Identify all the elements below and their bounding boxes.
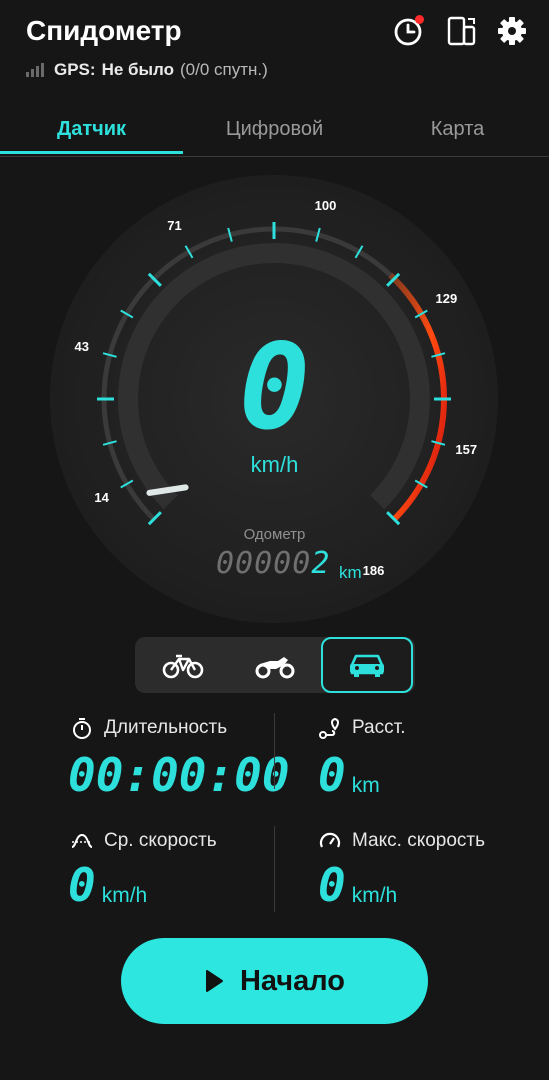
tab-sensor[interactable]: Датчик <box>0 118 183 141</box>
distance-label: Расст. <box>352 717 406 738</box>
odometer-value: 000002 <box>216 546 330 581</box>
distance-value-row: 0 km <box>318 752 380 798</box>
odometer-prefix: 00000 <box>216 546 312 581</box>
vehicle-car-button[interactable] <box>321 637 413 693</box>
car-icon <box>350 654 384 677</box>
vehicle-motorcycle-button[interactable] <box>229 637 321 693</box>
odometer-label: Одометр <box>243 526 306 543</box>
gear-icon <box>498 17 526 45</box>
max-speed-label: Макс. скорость <box>352 830 486 851</box>
max-speed-gauge-icon <box>319 832 341 848</box>
average-speed-icon <box>71 833 93 848</box>
active-tab-indicator <box>0 151 183 154</box>
duration-label-row: Длительность <box>70 716 227 740</box>
notification-dot <box>415 15 424 24</box>
odometer-unit: km <box>339 563 362 582</box>
gauge-tick-label: 129 <box>435 291 457 306</box>
stopwatch-icon <box>73 718 91 739</box>
tab-bar: Датчик Цифровой Карта <box>0 110 549 157</box>
duration-label: Длительность <box>104 717 228 738</box>
gauge-tick-label: 14 <box>94 490 109 505</box>
signal-icon <box>26 63 44 77</box>
gps-status-row: GPS: Не было (0/0 спутн.) <box>26 60 268 80</box>
avg-speed-label: Ср. скорость <box>104 830 217 851</box>
stats-divider-top <box>274 713 275 789</box>
distance-unit: km <box>351 774 380 797</box>
bicycle-icon <box>162 654 204 679</box>
max-speed-value-row: 0 km/h <box>318 862 397 908</box>
speed-unit: km/h <box>250 452 299 477</box>
speed-readout: 0 <box>238 318 311 456</box>
gauge-tick-label: 71 <box>167 218 181 233</box>
gps-satellites: (0/0 спутн.) <box>180 60 268 79</box>
motorcycle-icon <box>255 657 295 679</box>
avg-speed-value-row: 0 km/h <box>68 862 147 908</box>
stats-divider-bottom <box>274 826 275 912</box>
max-speed-value: 0 <box>318 858 346 912</box>
odometer-last-digit: 2 <box>311 546 331 581</box>
gps-label: GPS: <box>54 60 96 79</box>
avg-speed-label-row: Ср. скорость <box>70 829 217 853</box>
settings-button[interactable] <box>495 14 529 48</box>
avg-speed-value: 0 <box>68 858 96 912</box>
play-icon <box>205 970 223 992</box>
history-button[interactable] <box>392 14 426 48</box>
vehicle-bicycle-button[interactable] <box>137 637 229 693</box>
screen-rotate-icon <box>447 16 476 46</box>
start-button[interactable]: Начало <box>121 938 428 1024</box>
screen-mode-button[interactable] <box>444 14 478 48</box>
max-speed-label-row: Макс. скорость <box>318 829 485 853</box>
gps-status: Не было <box>101 60 174 79</box>
duration-value: 00:00:00 <box>68 748 290 802</box>
distance-label-row: Расст. <box>318 716 405 740</box>
tab-digital[interactable]: Цифровой <box>183 118 366 141</box>
max-speed-unit: km/h <box>351 884 398 907</box>
vehicle-selector <box>135 637 415 693</box>
distance-value: 0 <box>318 748 346 802</box>
start-button-label: Начало <box>239 964 346 997</box>
avg-speed-unit: km/h <box>101 884 148 907</box>
tab-map[interactable]: Карта <box>366 118 549 141</box>
gauge-tick-label: 100 <box>315 198 337 213</box>
route-pin-icon <box>319 717 339 739</box>
gauge-tick-label: 186 <box>363 563 385 578</box>
app-title: Спидометр <box>26 15 182 46</box>
